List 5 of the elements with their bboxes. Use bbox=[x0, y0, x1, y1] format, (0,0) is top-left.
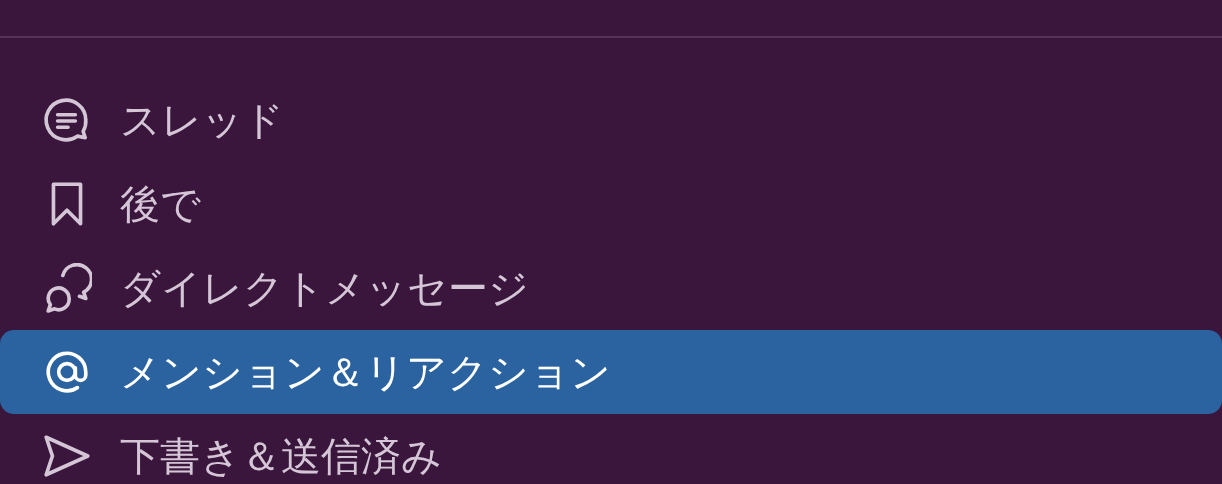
sidebar-item[interactable]: スレッド bbox=[0, 78, 1222, 162]
sidebar-item[interactable]: 後で bbox=[0, 162, 1222, 246]
sidebar-item[interactable]: 下書き＆送信済み bbox=[0, 414, 1222, 484]
sidebar-item[interactable]: ダイレクトメッセージ bbox=[0, 246, 1222, 330]
sidebar-item[interactable]: メンション＆リアクション bbox=[0, 330, 1222, 414]
